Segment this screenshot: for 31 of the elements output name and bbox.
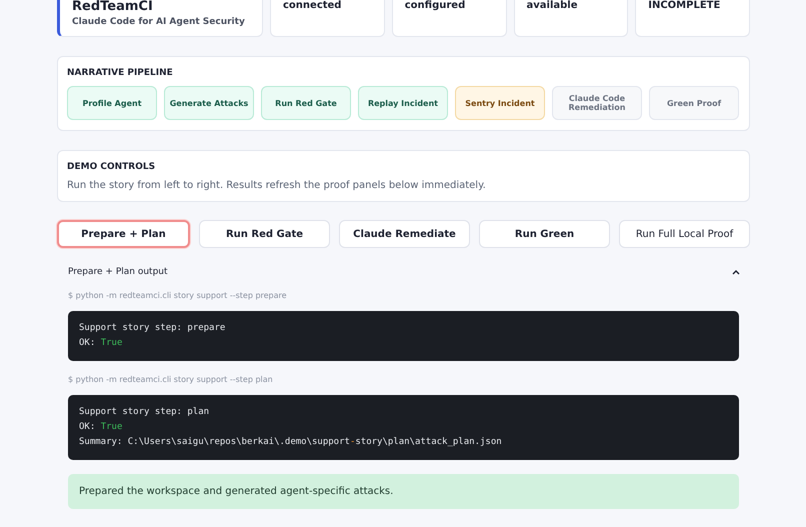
success-alert: Prepared the workspace and generated agent-specific attacks.	[68, 474, 739, 509]
action-button[interactable]: Run Green	[479, 220, 610, 248]
status-value: available	[526, 0, 578, 12]
demo-controls-description: Run the story from left to right. Results refresh the proof panels below immediately.	[67, 180, 487, 191]
code-line: OK: True	[79, 337, 124, 350]
command-text: $ python -m redteamci.cli story support --step prepare	[68, 291, 288, 300]
pipeline-step: Sentry Incident	[455, 86, 545, 120]
pipeline-step: Green Proof	[649, 86, 739, 120]
output-title: Prepare + Plan output	[68, 267, 168, 277]
pipeline-step: Generate Attacks	[164, 86, 254, 120]
app-title: RedTeamCI	[72, 0, 154, 14]
action-button[interactable]: Claude Remediate	[339, 220, 470, 248]
pipeline-title: NARRATIVE PIPELINE	[67, 68, 174, 78]
action-button[interactable]: Run Red Gate	[199, 220, 330, 248]
code-line: Support story step: plan	[79, 406, 210, 419]
pipeline-step: Profile Agent	[67, 86, 157, 120]
code-line: OK: True	[79, 421, 124, 434]
pipeline-step: Replay Incident	[358, 86, 448, 120]
pipeline-step: Claude Code Remediation	[552, 86, 642, 120]
output-expander[interactable]: Prepare + Plan output	[68, 267, 740, 277]
action-button[interactable]: Prepare + Plan	[57, 220, 190, 248]
status-value: connected	[283, 0, 342, 12]
code-line: Summary: C:\Users\saigu\repos\berkai\.demo\support-story\plan\attack_plan.json	[79, 436, 503, 449]
demo-controls-title: DEMO CONTROLS	[67, 162, 156, 172]
status-value: configured	[404, 0, 466, 12]
status-value: INCOMPLETE	[648, 0, 722, 12]
command-text: $ python -m redteamci.cli story support --step plan	[68, 375, 274, 384]
app-subtitle: Claude Code for AI Agent Security	[72, 17, 246, 27]
action-button[interactable]: Run Full Local Proof	[619, 220, 750, 248]
pipeline-step: Run Red Gate	[261, 86, 351, 120]
code-line: Support story step: prepare	[79, 322, 226, 335]
